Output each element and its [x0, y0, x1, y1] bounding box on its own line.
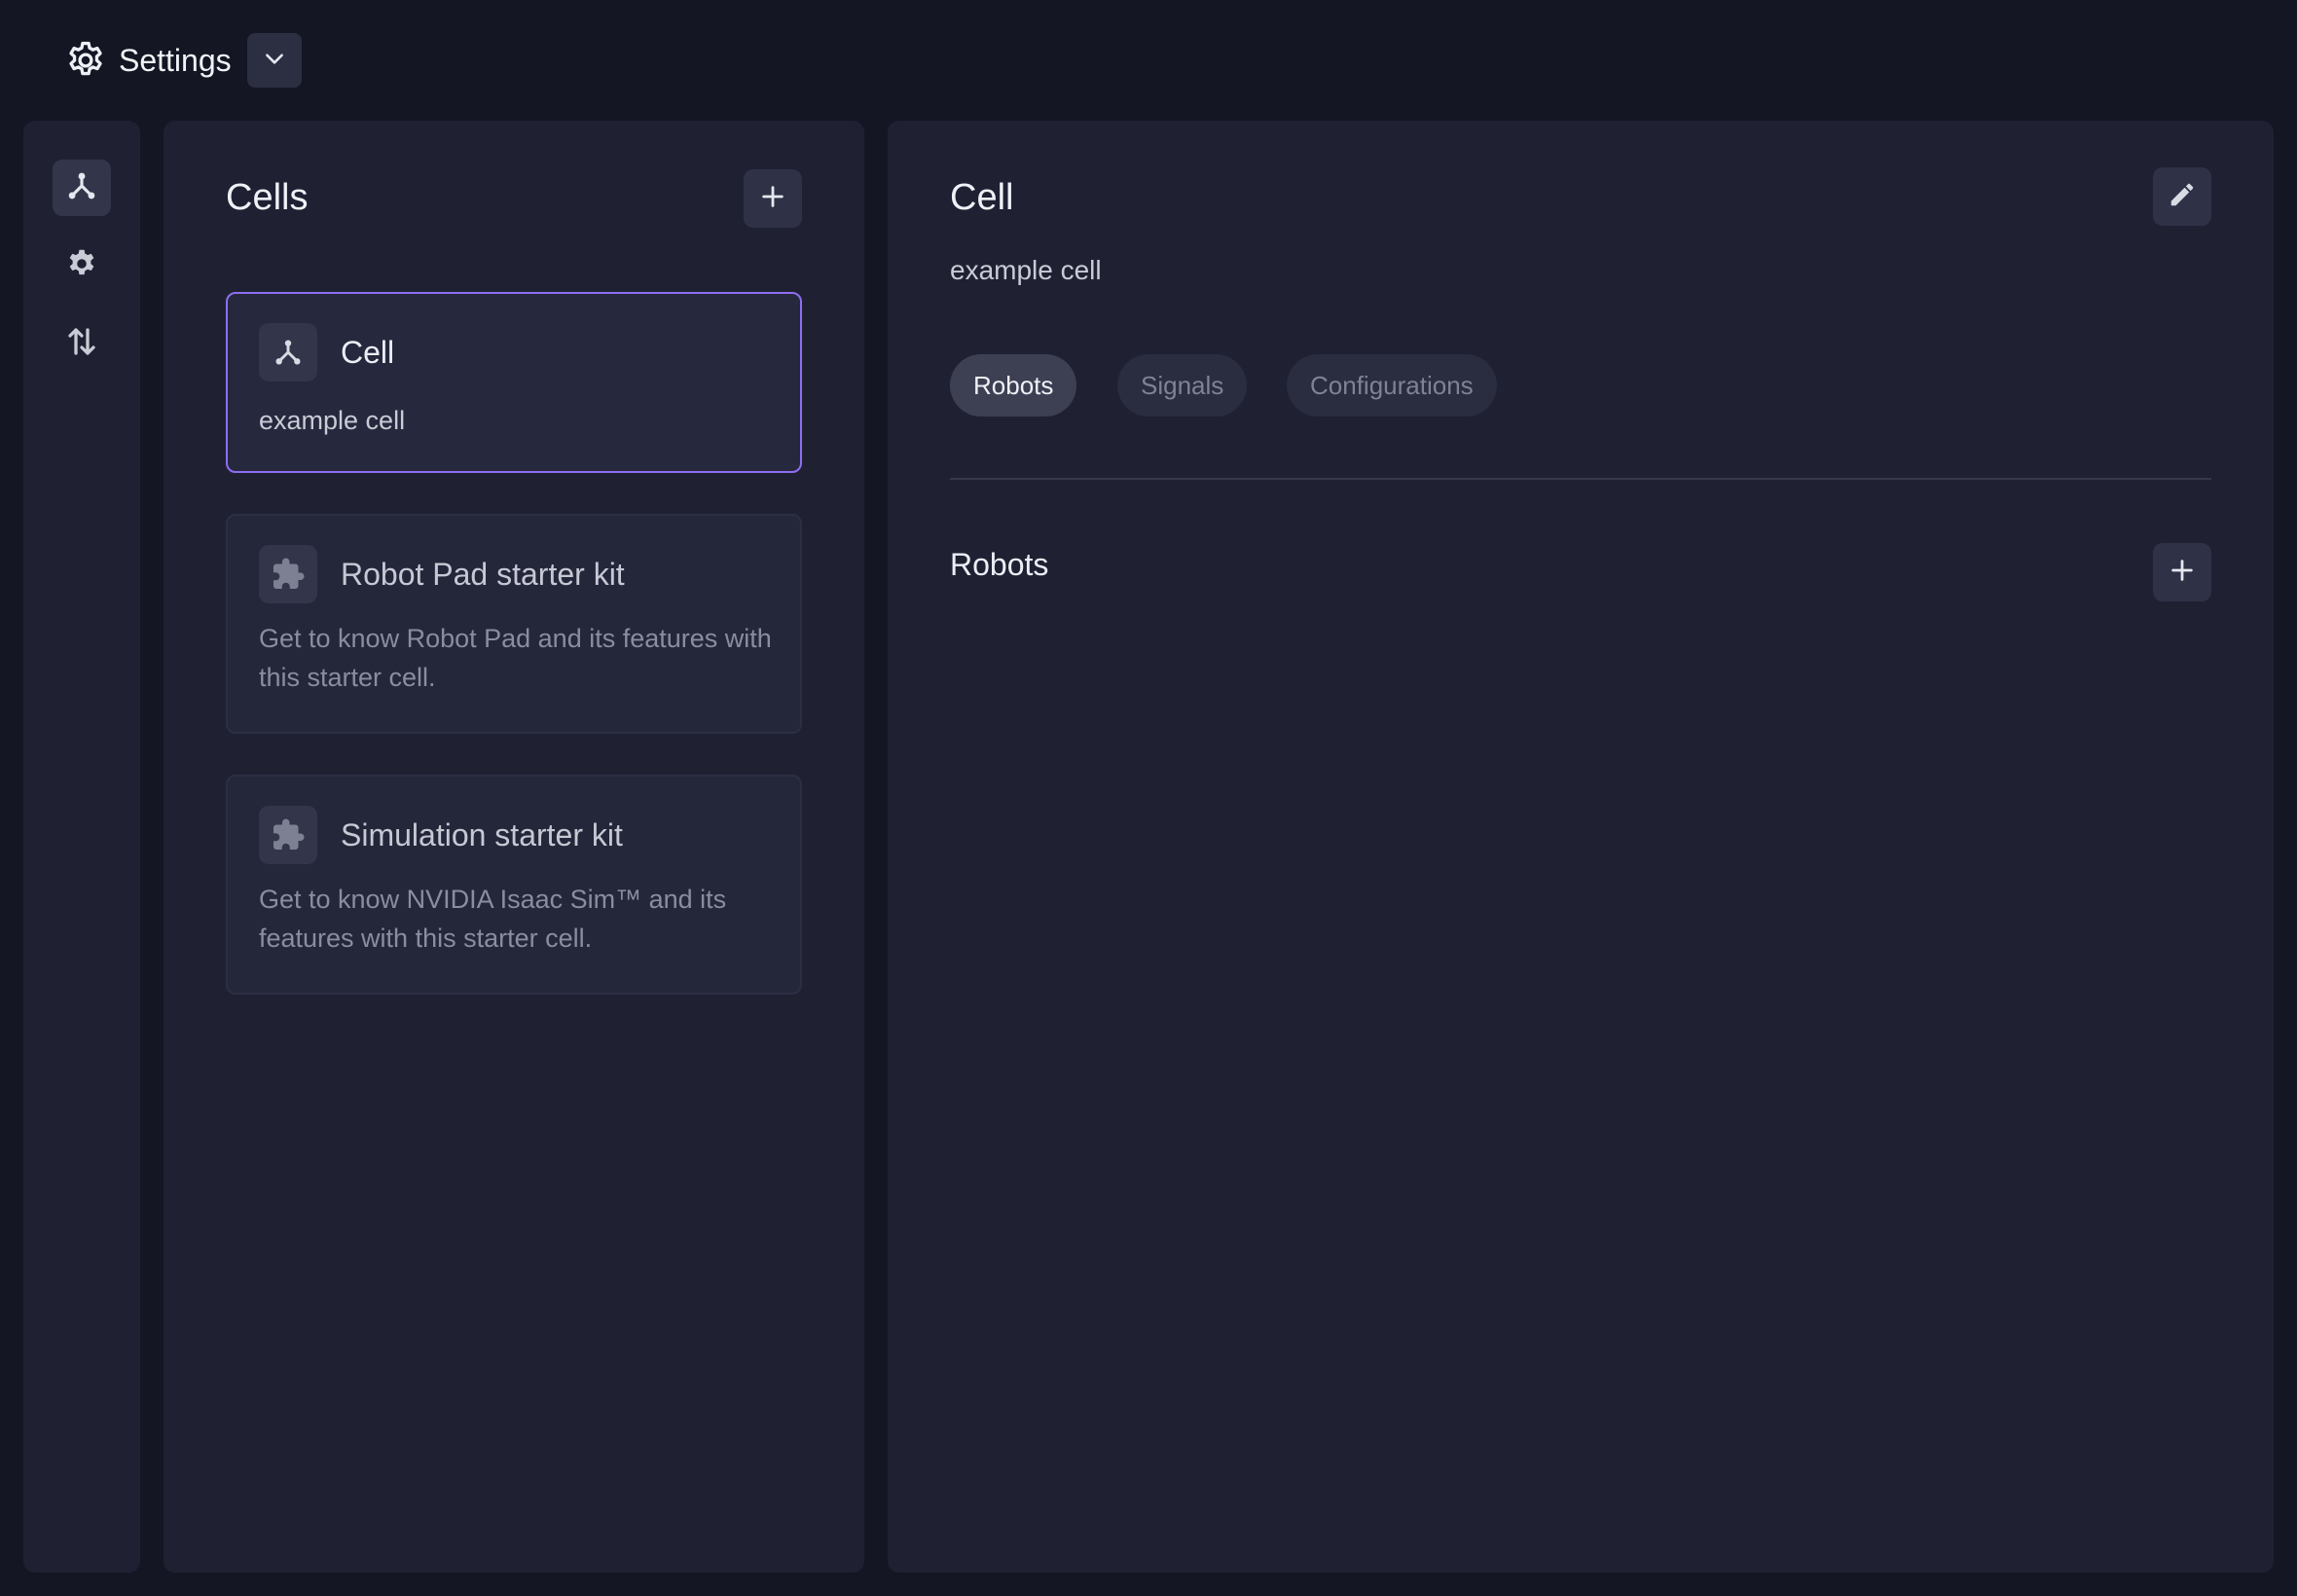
card-description: Get to know Robot Pad and its features w…	[259, 624, 772, 692]
puzzle-icon	[259, 545, 317, 603]
cell-card-cell[interactable]: Cell example cell	[226, 292, 802, 473]
add-robot-button[interactable]	[2153, 543, 2211, 601]
cell-card-simulation-starter-kit[interactable]: Simulation starter kit Get to know NVIDI…	[226, 775, 802, 995]
robots-section-title: Robots	[950, 547, 1049, 582]
detail-title: Cell	[950, 177, 1014, 218]
rail-cells-button[interactable]	[53, 160, 111, 216]
cell-network-icon	[259, 323, 317, 381]
puzzle-icon	[259, 806, 317, 864]
transfer-arrows-icon	[64, 324, 99, 364]
detail-subtitle: example cell	[950, 255, 1102, 285]
cells-panel: Cells Cell example cell Robot Pad starte…	[164, 121, 864, 1573]
page-title: Settings	[119, 42, 232, 78]
add-cell-button[interactable]	[744, 169, 802, 228]
settings-dropdown-button[interactable]	[246, 33, 302, 88]
card-title: Cell	[341, 335, 395, 370]
cell-detail-panel: Cell example cell Robots Signals Configu…	[888, 121, 2274, 1573]
edit-cell-button[interactable]	[2153, 167, 2211, 226]
cell-card-robot-pad-starter-kit[interactable]: Robot Pad starter kit Get to know Robot …	[226, 514, 802, 734]
cells-panel-title: Cells	[226, 177, 309, 218]
icon-rail	[23, 121, 140, 1573]
plus-icon	[759, 183, 786, 215]
rail-settings-button[interactable]	[53, 237, 111, 294]
card-title: Robot Pad starter kit	[341, 557, 625, 592]
cell-network-icon	[65, 169, 98, 207]
gear-icon	[64, 246, 99, 286]
plus-icon	[2169, 557, 2196, 589]
rail-transfer-button[interactable]	[53, 315, 111, 372]
tab-configurations[interactable]: Configurations	[1287, 354, 1497, 417]
gear-icon	[64, 39, 107, 82]
tab-robots[interactable]: Robots	[950, 354, 1077, 417]
card-title: Simulation starter kit	[341, 817, 623, 852]
top-header: Settings	[0, 0, 2297, 121]
card-description: Get to know NVIDIA Isaac Sim™ and its fe…	[259, 885, 727, 953]
pencil-icon	[2168, 180, 2197, 214]
divider	[950, 478, 2211, 480]
card-description: example cell	[259, 406, 406, 435]
chevron-down-icon	[262, 46, 287, 76]
tab-signals[interactable]: Signals	[1117, 354, 1248, 417]
